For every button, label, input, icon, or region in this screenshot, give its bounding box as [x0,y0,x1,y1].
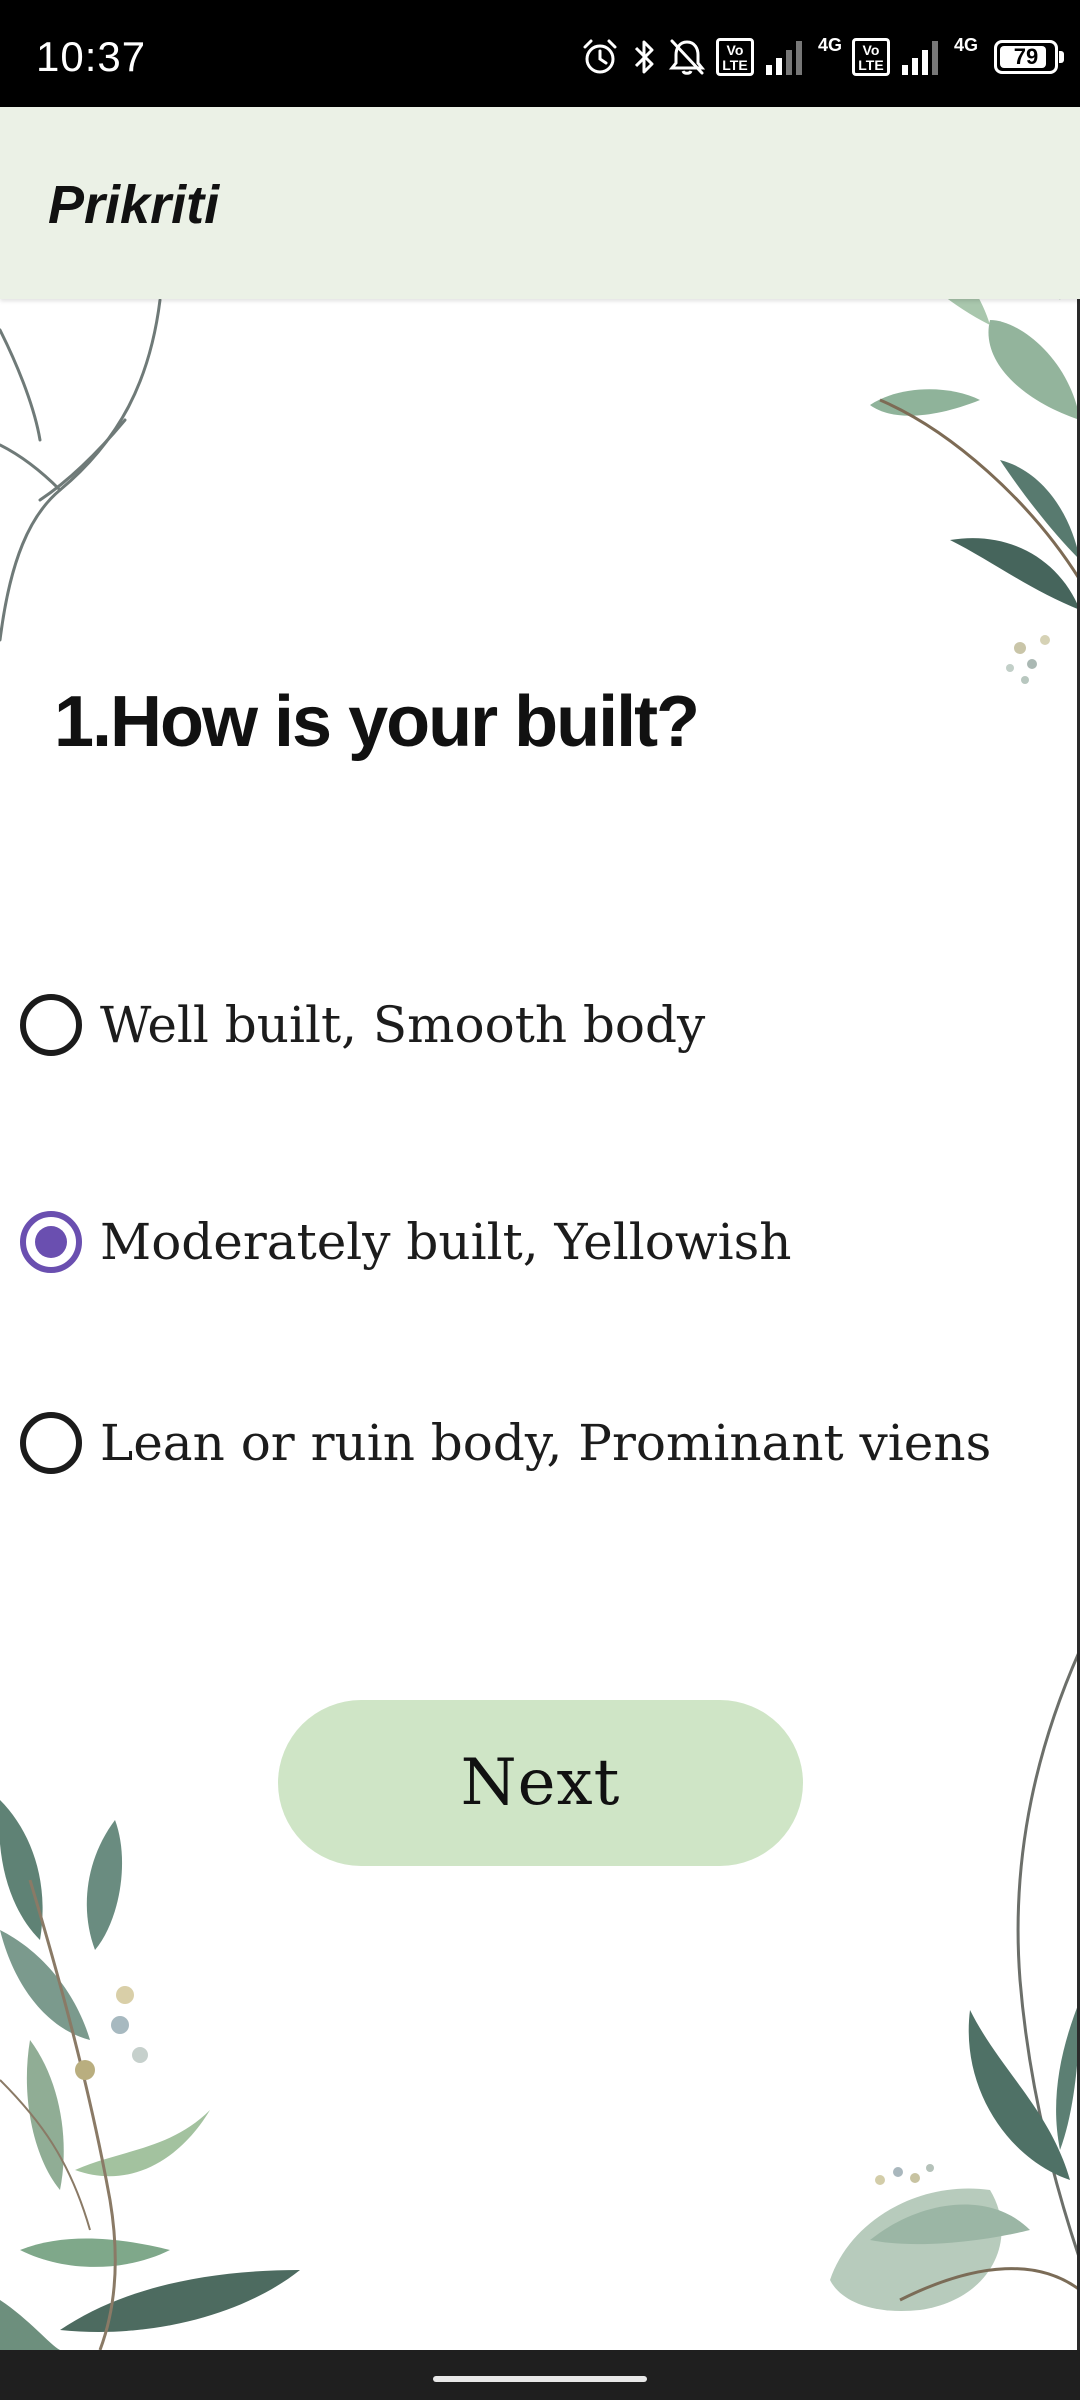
app-bar: Prikriti [0,107,1080,299]
radio-button[interactable] [20,1412,82,1474]
option-label: Lean or ruin body, Prominant viens [100,1414,992,1472]
bluetooth-icon [634,40,654,74]
volte-icon-2: Vo LTE [851,38,890,76]
status-time: 10:37 [36,33,147,80]
screen: 10:37 Vo LTE 4G Vo LTE 4G 79 Prikriti 1.… [0,0,1080,2400]
answer-option[interactable]: Lean or ruin body, Prominant viens [20,1398,991,1488]
status-icons: Vo LTE 4G Vo LTE 4G 79 [580,32,1064,82]
radio-button[interactable] [20,1211,82,1273]
notifications-off-icon [668,39,706,75]
option-label: Moderately built, Yellowish [100,1213,792,1271]
status-bar: 10:37 Vo LTE 4G Vo LTE 4G 79 [0,0,1080,107]
app-title: Prikriti [48,175,220,235]
answer-option[interactable]: Moderately built, Yellowish [20,1197,791,1287]
option-label: Well built, Smooth body [100,996,706,1054]
radio-button[interactable] [20,994,82,1056]
answer-option[interactable]: Well built, Smooth body [20,980,705,1070]
network-type-2: 4G [953,35,978,55]
navigation-bar [0,2350,1080,2400]
volte-icon: Vo LTE [715,38,754,76]
signal-icon [765,41,802,75]
home-indicator[interactable] [433,2376,647,2382]
next-button[interactable]: Next [278,1700,803,1866]
battery-percentage: 79 [1013,44,1039,69]
signal-icon-2 [901,41,938,75]
question-title: 1.How is your built? [54,682,700,762]
alarm-icon [583,39,617,74]
battery-icon: 79 [994,40,1064,74]
network-type-1: 4G [817,35,842,55]
